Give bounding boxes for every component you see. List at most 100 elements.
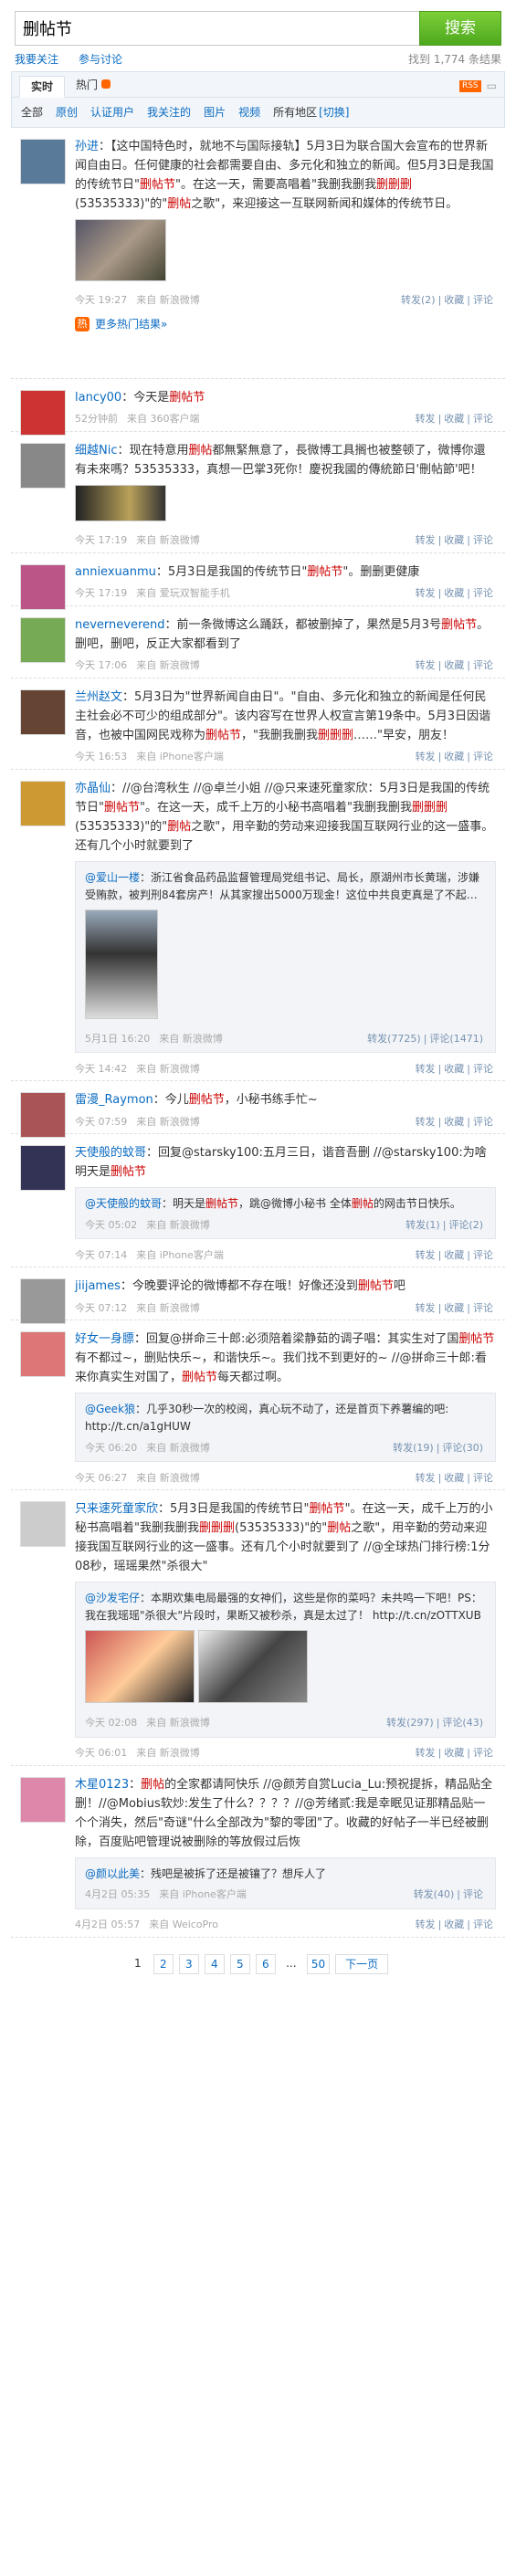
page-link[interactable]: 3 (178, 1953, 199, 1974)
forwarded-action[interactable]: 评论(30) (442, 1442, 483, 1454)
search-input[interactable] (15, 11, 419, 46)
post-time[interactable]: 今天 07:59 (75, 1116, 127, 1128)
author-name[interactable]: 天使般的蚊哥 (75, 1146, 146, 1160)
post-action[interactable]: 收藏 (444, 534, 464, 546)
forwarded-time[interactable]: 今天 05:02 (85, 1219, 137, 1231)
page-link[interactable]: 1 (128, 1954, 148, 1974)
avatar[interactable] (20, 617, 66, 664)
post-action[interactable]: 评论 (473, 1302, 493, 1314)
author-name[interactable]: 木星0123 (75, 1778, 129, 1792)
page-link[interactable]: 6 (255, 1953, 276, 1974)
forwarded-image[interactable] (85, 1630, 195, 1704)
post-time[interactable]: 今天 06:27 (75, 1472, 127, 1484)
post-action[interactable]: 转发 (416, 1747, 436, 1759)
post-time[interactable]: 4月2日 05:57 (75, 1919, 140, 1930)
forwarded-image[interactable] (85, 909, 158, 1020)
forwarded-action[interactable]: 评论 (463, 1888, 483, 1900)
forwarded-action[interactable]: 转发(19) (393, 1442, 434, 1454)
post-time[interactable]: 今天 17:19 (75, 587, 127, 599)
avatar[interactable] (20, 781, 66, 827)
post-action[interactable]: 转发 (416, 751, 436, 762)
post-action[interactable]: 评论 (473, 751, 493, 762)
post-action[interactable]: 转发 (416, 1249, 436, 1261)
author-name[interactable]: 细越Nic (75, 444, 117, 457)
discuss-link[interactable]: 参与讨论 (79, 53, 122, 66)
post-action[interactable]: 收藏 (444, 751, 464, 762)
forwarded-action[interactable]: 评论(2) (448, 1219, 483, 1231)
avatar[interactable] (20, 1278, 66, 1325)
author-name[interactable]: 雷漫_Raymon (75, 1093, 153, 1107)
forwarded-time[interactable]: 今天 06:20 (85, 1442, 137, 1454)
forwarded-action[interactable]: 转发(297) (386, 1717, 434, 1729)
post-action[interactable]: 评论 (473, 659, 493, 671)
filter-verified[interactable]: 认证用户 (90, 104, 134, 121)
forwarded-action[interactable]: 评论(1471) (429, 1033, 483, 1045)
tab-realtime[interactable]: 实时 (19, 76, 66, 98)
collapse-icon[interactable]: ▭ (487, 78, 497, 95)
filter-following[interactable]: 我关注的 (147, 104, 191, 121)
post-action[interactable]: 收藏 (444, 1302, 464, 1314)
page-link[interactable]: 5 (229, 1953, 250, 1974)
post-time[interactable]: 今天 06:01 (75, 1747, 127, 1759)
forwarded-author[interactable]: @颜以此美 (85, 1867, 140, 1880)
filter-original[interactable]: 原创 (56, 104, 78, 121)
avatar[interactable] (20, 390, 66, 436)
page-link[interactable]: 4 (204, 1953, 225, 1974)
forwarded-action[interactable]: 转发(7725) (367, 1033, 421, 1045)
avatar[interactable] (20, 1331, 66, 1378)
forwarded-author[interactable]: @Geek狼 (85, 1403, 135, 1415)
avatar[interactable] (20, 1145, 66, 1192)
post-action[interactable]: 评论 (473, 534, 493, 546)
post-time[interactable]: 今天 17:19 (75, 534, 127, 546)
avatar[interactable] (20, 1501, 66, 1548)
author-name[interactable]: 孙进 (75, 140, 99, 153)
post-action[interactable]: 收藏 (444, 1063, 464, 1075)
filter-videos[interactable]: 视频 (238, 104, 260, 121)
post-time[interactable]: 今天 16:53 (75, 751, 127, 762)
page-link[interactable]: 50 (306, 1953, 331, 1974)
author-name[interactable]: 好女一身膘 (75, 1332, 134, 1346)
follow-link[interactable]: 我要关注 (15, 53, 58, 66)
author-name[interactable]: neverneverend (75, 618, 165, 632)
avatar[interactable] (20, 1776, 66, 1823)
post-action[interactable]: 评论 (473, 1919, 493, 1930)
forwarded-action[interactable]: 转发(40) (414, 1888, 455, 1900)
forwarded-action[interactable]: 评论(43) (442, 1717, 483, 1729)
post-action[interactable]: 转发(2) (401, 294, 436, 306)
region-switch-link[interactable]: [切换] (319, 104, 349, 121)
forwarded-time[interactable]: 4月2日 05:35 (85, 1888, 150, 1900)
forwarded-author[interactable]: @天使般的蚊哥 (85, 1197, 162, 1210)
post-action[interactable]: 评论 (473, 1063, 493, 1075)
avatar[interactable] (20, 1092, 66, 1139)
post-action[interactable]: 转发 (416, 1472, 436, 1484)
forwarded-time[interactable]: 5月1日 16:20 (85, 1033, 150, 1045)
post-time[interactable]: 今天 07:12 (75, 1302, 127, 1314)
rss-icon[interactable]: RSS (458, 80, 481, 93)
forwarded-action[interactable]: 转发(1) (405, 1219, 440, 1231)
post-time[interactable]: 今天 17:06 (75, 659, 127, 671)
post-action[interactable]: 转发 (416, 659, 436, 671)
post-action[interactable]: 评论 (473, 1116, 493, 1128)
post-action[interactable]: 收藏 (444, 1472, 464, 1484)
post-action[interactable]: 转发 (416, 1063, 436, 1075)
post-action[interactable]: 评论 (473, 413, 493, 425)
post-time[interactable]: 52分钟前 (75, 413, 118, 425)
forwarded-image[interactable] (198, 1630, 308, 1704)
post-action[interactable]: 转发 (416, 413, 436, 425)
post-action[interactable]: 评论 (473, 1472, 493, 1484)
post-action[interactable]: 收藏 (444, 1116, 464, 1128)
post-action[interactable]: 收藏 (444, 294, 464, 306)
post-image[interactable] (75, 219, 166, 281)
avatar[interactable] (20, 689, 66, 736)
post-action[interactable]: 评论 (473, 587, 493, 599)
forwarded-author[interactable]: @爱山一楼 (85, 871, 140, 884)
post-action[interactable]: 收藏 (444, 413, 464, 425)
post-time[interactable]: 今天 14:42 (75, 1063, 127, 1075)
author-name[interactable]: anniexuanmu (75, 565, 156, 579)
post-action[interactable]: 收藏 (444, 1747, 464, 1759)
avatar[interactable] (20, 443, 66, 489)
page-link[interactable]: 2 (153, 1953, 174, 1974)
filter-images[interactable]: 图片 (204, 104, 226, 121)
post-action[interactable]: 转发 (416, 534, 436, 546)
forwarded-time[interactable]: 今天 02:08 (85, 1717, 137, 1729)
